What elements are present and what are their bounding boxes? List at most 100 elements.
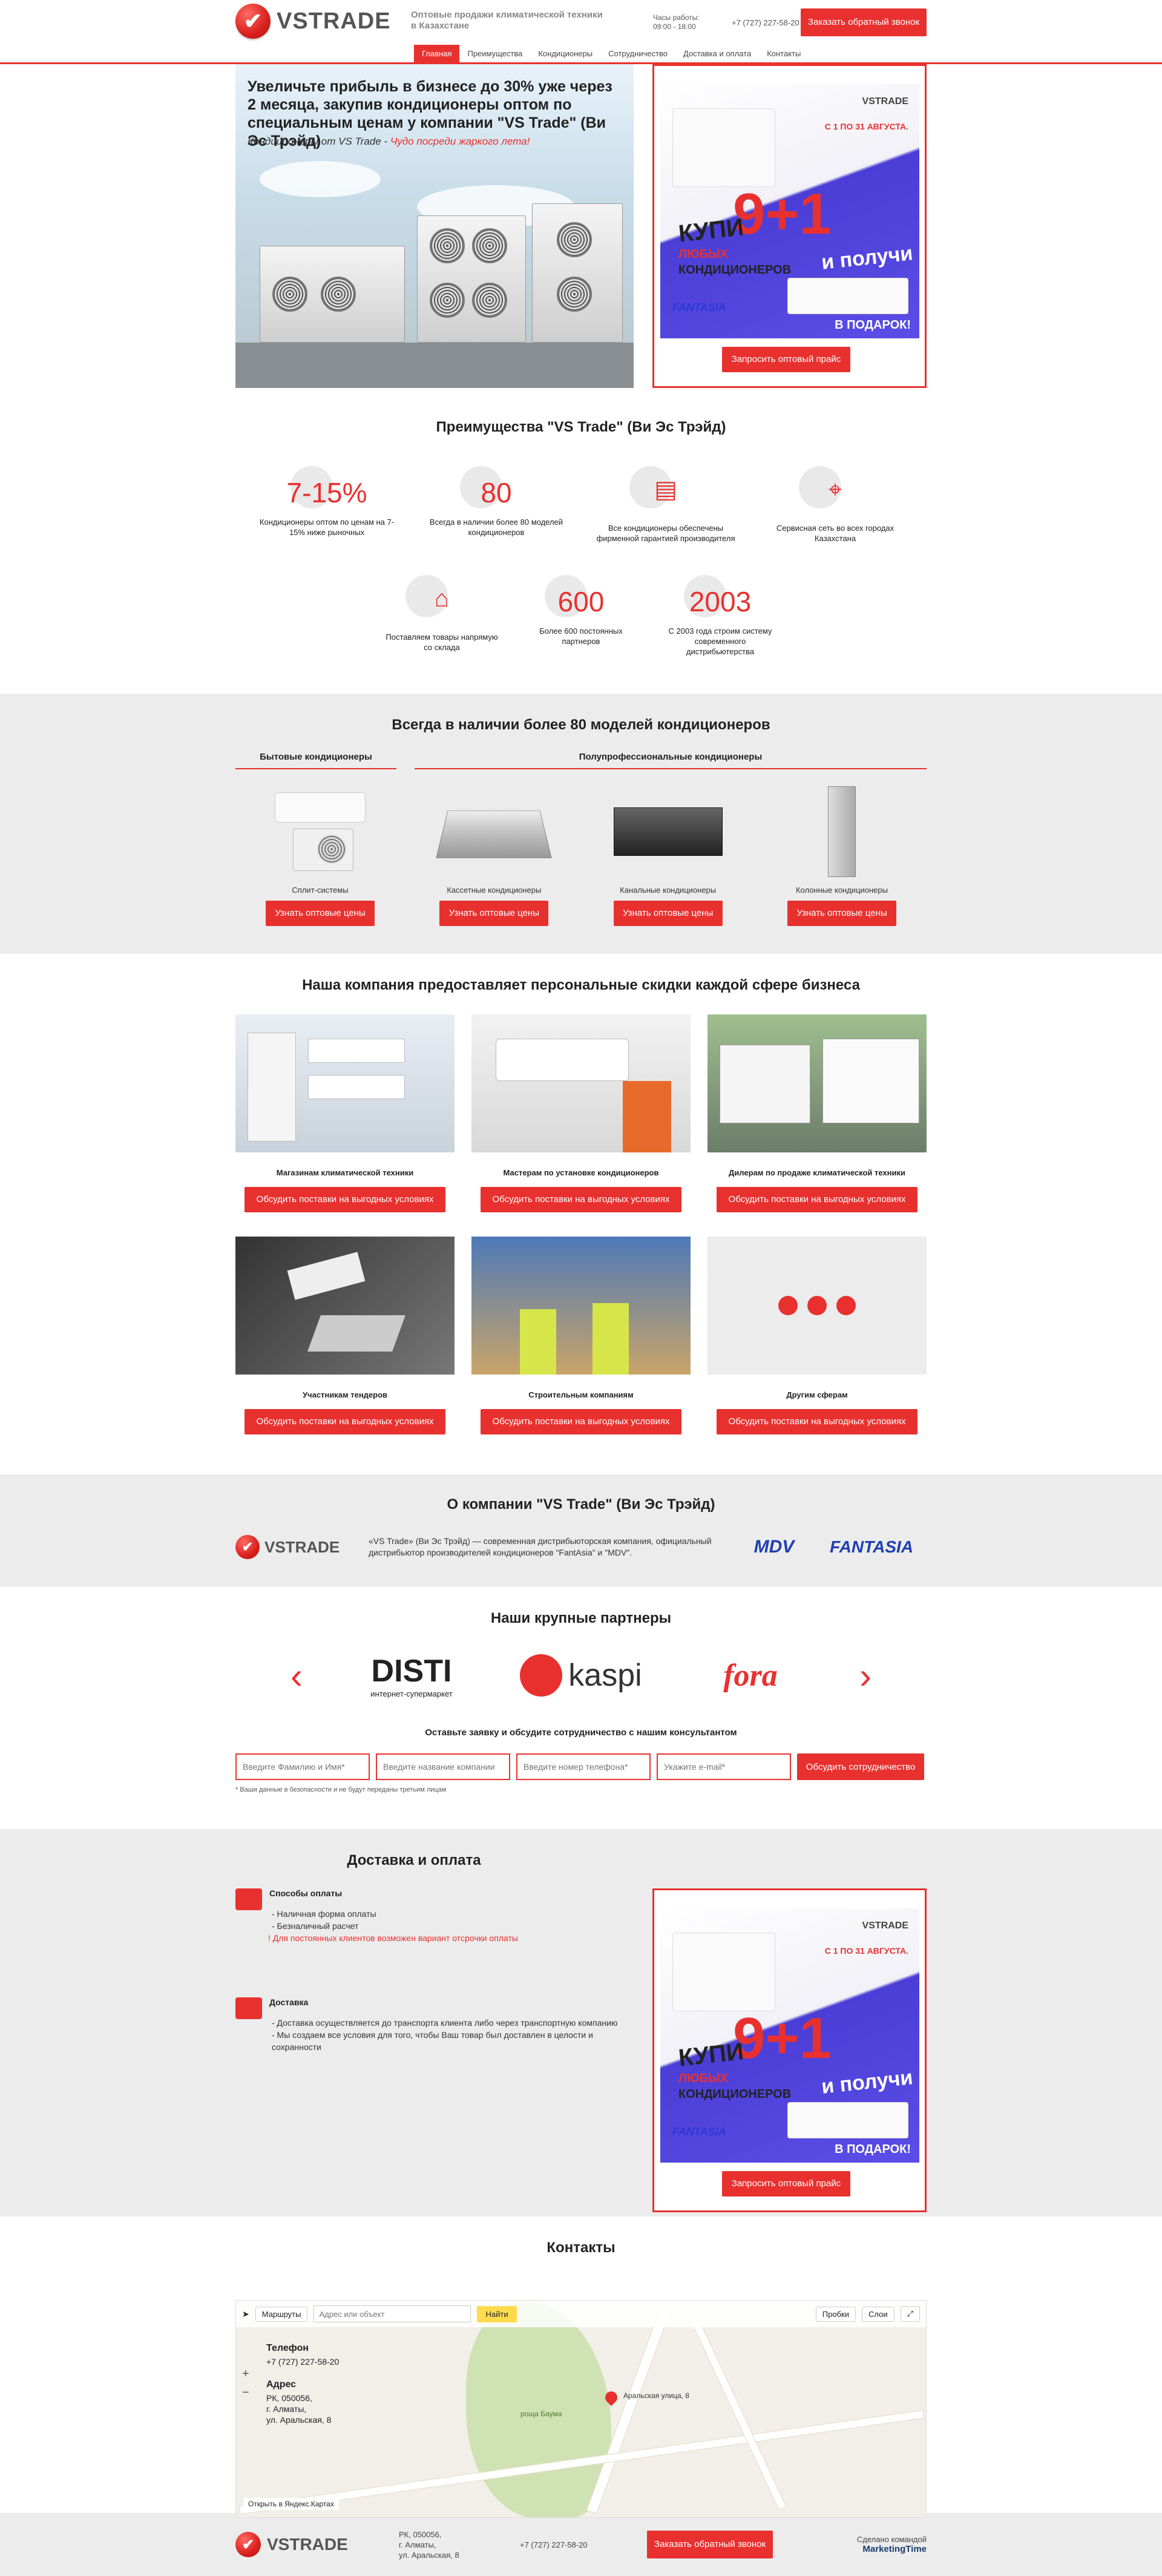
partners-title: Наши крупные партнеры (490, 1610, 672, 1626)
logo[interactable]: ✔ VSTRADE (235, 4, 391, 39)
business-grid: Магазинам климатической техники Обсудить… (235, 1014, 927, 1434)
footer-logo[interactable]: ✔ VSTRADE (235, 2532, 399, 2557)
model-card: Сплит-системы Узнать оптовые цены (260, 780, 381, 926)
about-row: ✔ VSTRADE «VS Trade» (Ви Эс Трэйд) — совр… (235, 1535, 927, 1559)
fullscreen-icon[interactable]: ⤢ (900, 2306, 920, 2322)
site-header: ✔ VSTRADE Оптовые продажи климатической … (0, 0, 1162, 64)
promo-gift: В ПОДАРОК! (835, 318, 911, 332)
truck-icon (235, 1997, 262, 2019)
category-home: Бытовые кондиционеры (235, 752, 396, 769)
callback-button[interactable]: Заказать обратный звонок (801, 8, 927, 36)
footer-phone[interactable]: +7 (727) 227-58-20 (520, 2540, 647, 2549)
duct-ac-image (608, 780, 729, 883)
warehouse-icon: ⌂ (434, 585, 450, 612)
column-ac-image (781, 780, 902, 883)
promo-banner[interactable]: VSTRADE С 1 ПО 31 АВГУСТА. 9+1 КУПИ ЛЮБЫ… (660, 1908, 919, 2163)
request-price-button[interactable]: Запросить оптовый прайс (722, 2171, 850, 2196)
tagline: Оптовые продажи климатической техники в … (411, 10, 603, 31)
roof-base (235, 343, 634, 388)
header-phone[interactable]: +7 (727) 227-58-20 (732, 18, 799, 27)
wholesale-price-button[interactable]: Узнать оптовые цены (613, 901, 723, 926)
privacy-note: * Ваши данные в безопасности и не будут … (235, 1786, 447, 1793)
submit-cooperation-button[interactable]: Обсудить сотрудничество (797, 1753, 924, 1780)
model-card: Колонные кондиционеры Узнать оптовые цен… (781, 780, 902, 926)
nav-home[interactable]: Главная (414, 45, 460, 64)
site-footer: ✔ VSTRADE РК, 050056, г. Алматы, ул. Арал… (0, 2513, 1162, 2576)
zoom-out-icon[interactable]: − (242, 2386, 249, 2400)
discuss-supply-button[interactable]: Обсудить поставки на выгодных условиях (481, 1409, 681, 1434)
outdoor-unit-image (532, 203, 623, 343)
contact-panel: Телефон +7 (727) 227-58-20 Адрес РК, 050… (266, 2343, 340, 2425)
chevron-left-icon[interactable]: ‹ (284, 1655, 309, 1697)
model-card: Канальные кондиционеры Узнать оптовые це… (608, 780, 729, 926)
promo-date: С 1 ПО 31 АВГУСТА. (824, 1946, 908, 1956)
footer-callback-button[interactable]: Заказать обратный звонок (647, 2531, 773, 2558)
chevron-right-icon[interactable]: › (853, 1655, 878, 1697)
advantage-item: 2003 С 2003 года строим систему современн… (651, 575, 790, 684)
promo-offer: 9+1 (733, 2006, 832, 2071)
nav-delivery[interactable]: Доставка и оплата (675, 45, 759, 64)
about-section: О компании "VS Trade" (Ви Эс Трэйд) ✔ VST… (0, 1474, 1162, 1587)
other-dots-image (707, 1237, 927, 1375)
checkmark-logo-icon: ✔ (235, 1535, 260, 1559)
fantasia-logo: FANTASIA (830, 1537, 913, 1556)
discuss-supply-button[interactable]: Обсудить поставки на выгодных условиях (717, 1409, 917, 1434)
ac-unit-image (787, 2102, 908, 2138)
map-search-input[interactable] (313, 2305, 471, 2322)
promo-banner[interactable]: VSTRADE С 1 ПО 31 АВГУСТА. 9+1 КУПИ ЛЮБЫ… (660, 84, 919, 338)
traffic-button[interactable]: Пробки (815, 2306, 856, 2322)
promo-any: ЛЮБЫХ (678, 2072, 728, 2085)
phone-input[interactable] (516, 1753, 651, 1780)
promo-conditioners: КОНДИЦИОНЕРОВ (678, 263, 792, 277)
nav-advantages[interactable]: Преимущества (459, 45, 530, 64)
open-in-yandex-link[interactable]: Открыть в Яндекс.Картах (243, 2498, 339, 2510)
about-text: «VS Trade» (Ви Эс Трэйд) — современная д… (369, 1536, 712, 1557)
fan-icon (557, 277, 592, 312)
nav-contacts[interactable]: Контакты (759, 45, 809, 64)
mdv-logo: MDV (753, 1537, 795, 1557)
email-input[interactable] (657, 1753, 791, 1780)
trucks-photo (707, 1014, 927, 1152)
company-input[interactable] (376, 1753, 510, 1780)
partners-section: Наши крупные партнеры ‹ DISTI интернет-су… (0, 1587, 1162, 1829)
layers-button[interactable]: Слои (861, 2306, 894, 2322)
lead-form: Обсудить сотрудничество (235, 1753, 927, 1780)
discuss-supply-button[interactable]: Обсудить поставки на выгодных условиях (245, 1409, 445, 1434)
yandex-map[interactable]: роща Баума ➤ Маршруты Найти Пробки Слои … (235, 2300, 927, 2518)
promo-box: VSTRADE С 1 ПО 31 АВГУСТА. 9+1 КУПИ ЛЮБЫ… (652, 1888, 927, 2212)
business-card: Другим сферам Обсудить поставки на выгод… (707, 1237, 927, 1434)
about-logo: ✔ VSTRADE (235, 1535, 369, 1559)
wholesale-price-button[interactable]: Узнать оптовые цены (266, 901, 375, 926)
request-price-button[interactable]: Запросить оптовый прайс (722, 347, 850, 372)
discuss-supply-button[interactable]: Обсудить поставки на выгодных условиях (245, 1187, 445, 1212)
advantages-title: Преимущества "VS Trade" (Ви Эс Трэйд) (436, 419, 726, 435)
pin-label: Аральская улица, 8 (623, 2391, 689, 2400)
handshake-photo (235, 1237, 455, 1375)
zoom-in-icon[interactable]: + (242, 2367, 249, 2381)
construction-photo (471, 1237, 691, 1375)
fan-icon (321, 277, 356, 312)
cloud-shape (260, 161, 381, 197)
discuss-supply-button[interactable]: Обсудить поставки на выгодных условиях (717, 1187, 917, 1212)
nav-conditioners[interactable]: Кондиционеры (530, 45, 600, 64)
name-input[interactable] (235, 1753, 370, 1780)
locate-icon[interactable]: ➤ (242, 2309, 249, 2319)
disti-logo: DISTI интернет-супермаркет (370, 1653, 453, 1698)
map-find-button[interactable]: Найти (477, 2305, 517, 2322)
nav-cooperation[interactable]: Сотрудничество (600, 45, 675, 64)
about-title: О компании "VS Trade" (Ви Эс Трэйд) (447, 1496, 715, 1513)
fantasia-logo: FANTASIA (672, 301, 726, 314)
routes-button[interactable]: Маршруты (255, 2306, 308, 2322)
made-by[interactable]: Сделано командой MarketingTime (857, 2535, 927, 2554)
fan-icon (472, 228, 507, 263)
zoom-controls: + − (242, 2367, 249, 2400)
business-card: Участникам тендеров Обсудить поставки на… (235, 1237, 455, 1434)
discuss-supply-button[interactable]: Обсудить поставки на выгодных условиях (481, 1187, 681, 1212)
ac-unit-image (672, 108, 775, 187)
delivery-section: Доставка и оплата Способы оплаты - Налич… (0, 1829, 1162, 2216)
logo-text: VSTRADE (277, 8, 391, 34)
wholesale-price-button[interactable]: Узнать оптовые цены (787, 901, 896, 926)
outdoor-unit-image (417, 215, 526, 343)
hero-section: Увеличьте прибыль в бизнесе до 30% уже ч… (0, 64, 1162, 391)
wholesale-price-button[interactable]: Узнать оптовые цены (439, 901, 549, 926)
